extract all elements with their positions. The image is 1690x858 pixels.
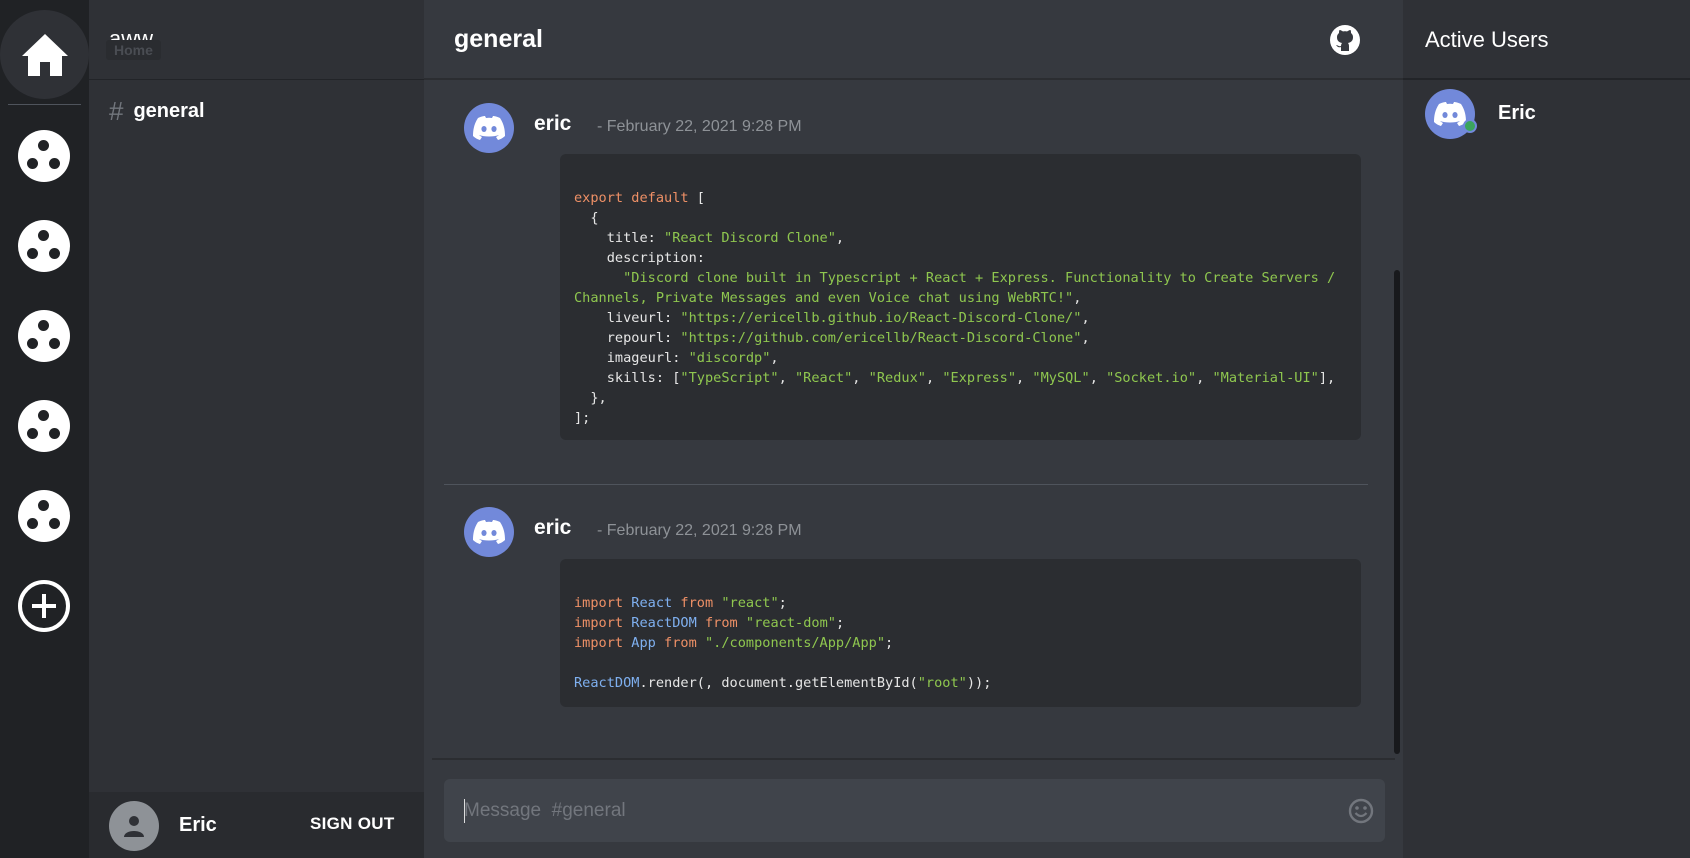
message-author[interactable]: eric	[534, 516, 571, 540]
sign-out-button[interactable]: SIGN OUT	[310, 814, 395, 834]
code-line: {	[574, 210, 599, 226]
person-icon	[124, 816, 144, 837]
current-user-name: Eric	[179, 814, 217, 836]
channel-item-general[interactable]: # general	[109, 98, 205, 124]
code-block: export default [ { title: "React Discord…	[560, 154, 1361, 440]
online-status-indicator	[1463, 119, 1477, 133]
code-line: import React from "react";	[574, 595, 787, 611]
channel-title: general	[454, 25, 543, 53]
active-users-header: Active Users	[1403, 0, 1690, 80]
code-line: description:	[574, 250, 705, 266]
code-line: skills: ["TypeScript", "React", "Redux",…	[574, 370, 1336, 386]
server-icon-4[interactable]	[18, 400, 70, 452]
server-rail	[0, 0, 89, 858]
server-icon-2[interactable]	[18, 220, 70, 272]
message-timestamp: - February 22, 2021 9:28 PM	[597, 522, 802, 539]
rail-separator	[8, 104, 81, 105]
code-line: import App from "./components/App/App";	[574, 635, 894, 651]
user-panel: Eric SIGN OUT	[89, 792, 424, 858]
avatar[interactable]	[464, 507, 514, 557]
avatar[interactable]	[109, 801, 159, 851]
message-timestamp: - February 22, 2021 9:28 PM	[597, 118, 802, 135]
code-line: "Discord clone built in Typescript + Rea…	[574, 270, 1336, 286]
channel-sidebar: aww Home # general Eric SIGN OUT	[89, 0, 424, 858]
discord-logo-icon	[473, 520, 505, 544]
server-icon-1[interactable]	[18, 130, 70, 182]
active-users-panel: Active Users Eric	[1403, 0, 1690, 858]
home-icon	[21, 33, 68, 76]
discord-logo-icon	[1434, 102, 1466, 126]
message-list[interactable]: eric - February 22, 2021 9:28 PM export …	[424, 82, 1403, 760]
server-icon-3[interactable]	[18, 310, 70, 362]
code-line: Channels, Private Messages and even Voic…	[574, 290, 1082, 306]
code-line: ];	[574, 410, 591, 426]
active-users-title: Active Users	[1425, 27, 1549, 52]
chat-area: general eric - February 22, 2021 9:28 PM…	[424, 0, 1403, 858]
composer-divider	[432, 758, 1395, 760]
discord-logo-icon	[473, 116, 505, 140]
hash-icon: #	[109, 96, 124, 126]
message-divider	[444, 484, 1368, 485]
text-caret	[464, 799, 465, 823]
code-line: title: "React Discord Clone",	[574, 230, 845, 246]
channel-name: general	[133, 99, 205, 122]
active-user-name: Eric	[1498, 102, 1536, 124]
code-line: repourl: "https://github.com/ericellb/Re…	[574, 330, 1090, 346]
home-tooltip: Home	[106, 40, 161, 60]
code-block: import React from "react"; import ReactD…	[560, 559, 1361, 707]
code-line: export default [	[574, 190, 705, 206]
home-button[interactable]	[0, 10, 89, 99]
message-composer	[444, 779, 1385, 842]
scrollbar[interactable]	[1394, 270, 1400, 754]
github-icon[interactable]	[1329, 24, 1361, 56]
plus-icon	[32, 594, 56, 618]
avatar[interactable]	[464, 103, 514, 153]
message-author[interactable]: eric	[534, 112, 571, 136]
code-line: imageurl: "discordp",	[574, 350, 779, 366]
message-input[interactable]	[464, 797, 1324, 825]
code-line: liveurl: "https://ericellb.github.io/Rea…	[574, 310, 1090, 326]
emoji-icon[interactable]	[1348, 798, 1374, 824]
server-header: aww Home	[89, 0, 424, 80]
server-icon-5[interactable]	[18, 490, 70, 542]
chat-header: general	[424, 0, 1403, 80]
add-server-button[interactable]	[18, 580, 70, 632]
active-user-item[interactable]: Eric	[1425, 89, 1675, 141]
code-line: },	[574, 390, 607, 406]
code-line: ReactDOM.render(, document.getElementByI…	[574, 675, 992, 691]
code-line: import ReactDOM from "react-dom";	[574, 615, 845, 631]
